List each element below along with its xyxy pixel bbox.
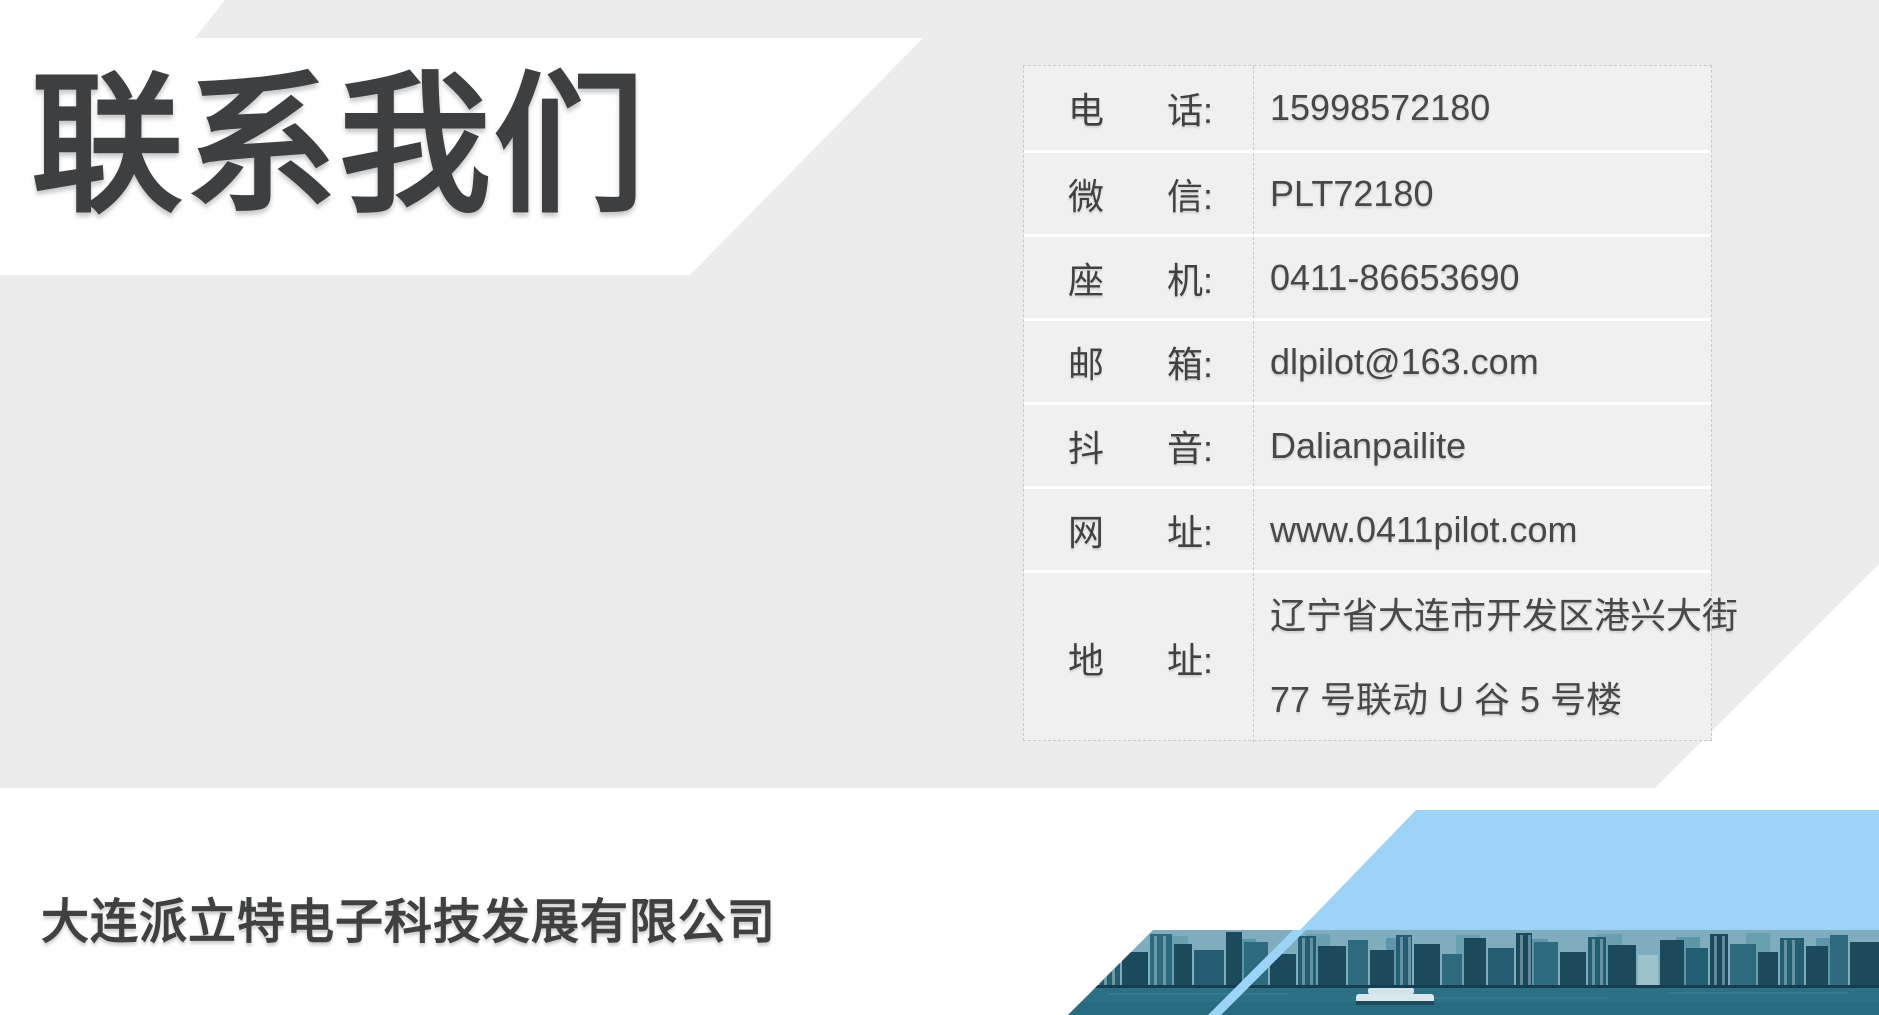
row-label: 电 话:: [1024, 66, 1254, 150]
label-char: 箱:: [1167, 336, 1213, 388]
address-line-2: 77 号联动 U 谷 5 号楼: [1270, 658, 1622, 742]
landline-value: 0411-86653690: [1254, 237, 1711, 318]
page-title: 联系我们: [31, 70, 647, 222]
table-row-email: 邮 箱: dlpilot@163.com: [1024, 318, 1711, 402]
blue-parallelogram-band: [1300, 810, 1879, 930]
company-name: 大连派立特电子科技发展有限公司: [41, 882, 776, 952]
table-row-website: 网 址: www.0411pilot.com: [1024, 486, 1711, 570]
label-char: 地: [1068, 632, 1104, 684]
table-row-landline: 座 机: 0411-86653690: [1024, 234, 1711, 318]
address-line-1: 辽宁省大连市开发区港兴大街: [1270, 574, 1738, 658]
label-char: 址:: [1167, 504, 1213, 556]
label-char: 网: [1068, 504, 1104, 556]
label-char: 邮: [1068, 336, 1104, 388]
address-value: 辽宁省大连市开发区港兴大街 77 号联动 U 谷 5 号楼: [1254, 573, 1738, 742]
label-char: 电: [1068, 82, 1104, 134]
row-label: 邮 箱:: [1024, 321, 1254, 402]
skyline-graphic: [1068, 930, 1879, 1015]
table-row-wechat: 微 信: PLT72180: [1024, 150, 1711, 234]
row-label: 地 址:: [1024, 573, 1254, 742]
label-char: 音:: [1167, 420, 1213, 472]
label-char: 信:: [1167, 168, 1213, 220]
label-char: 抖: [1068, 420, 1104, 472]
contact-table: 电 话: 15998572180 微 信: PLT72180 座 机:: [1023, 65, 1712, 741]
table-row-phone: 电 话: 15998572180: [1024, 66, 1711, 150]
label-char: 机:: [1167, 252, 1213, 304]
slide-canvas: 联系我们 电 话: 15998572180 微 信: PLT72180: [0, 0, 1879, 1015]
email-value: dlpilot@163.com: [1254, 321, 1711, 402]
label-char: 微: [1068, 168, 1104, 220]
row-label: 网 址:: [1024, 489, 1254, 570]
row-label: 微 信:: [1024, 153, 1254, 234]
row-label: 座 机:: [1024, 237, 1254, 318]
label-char: 址:: [1167, 632, 1213, 684]
phone-value: 15998572180: [1254, 66, 1711, 150]
website-value: www.0411pilot.com: [1254, 489, 1711, 570]
city-skyline-photo: [1068, 930, 1879, 1015]
label-char: 座: [1068, 252, 1104, 304]
wechat-value: PLT72180: [1254, 153, 1711, 234]
row-label: 抖 音:: [1024, 405, 1254, 486]
table-row-douyin: 抖 音: Dalianpailite: [1024, 402, 1711, 486]
douyin-value: Dalianpailite: [1254, 405, 1711, 486]
table-row-address: 地 址: 辽宁省大连市开发区港兴大街 77 号联动 U 谷 5 号楼: [1024, 570, 1711, 742]
label-char: 话:: [1167, 82, 1213, 134]
